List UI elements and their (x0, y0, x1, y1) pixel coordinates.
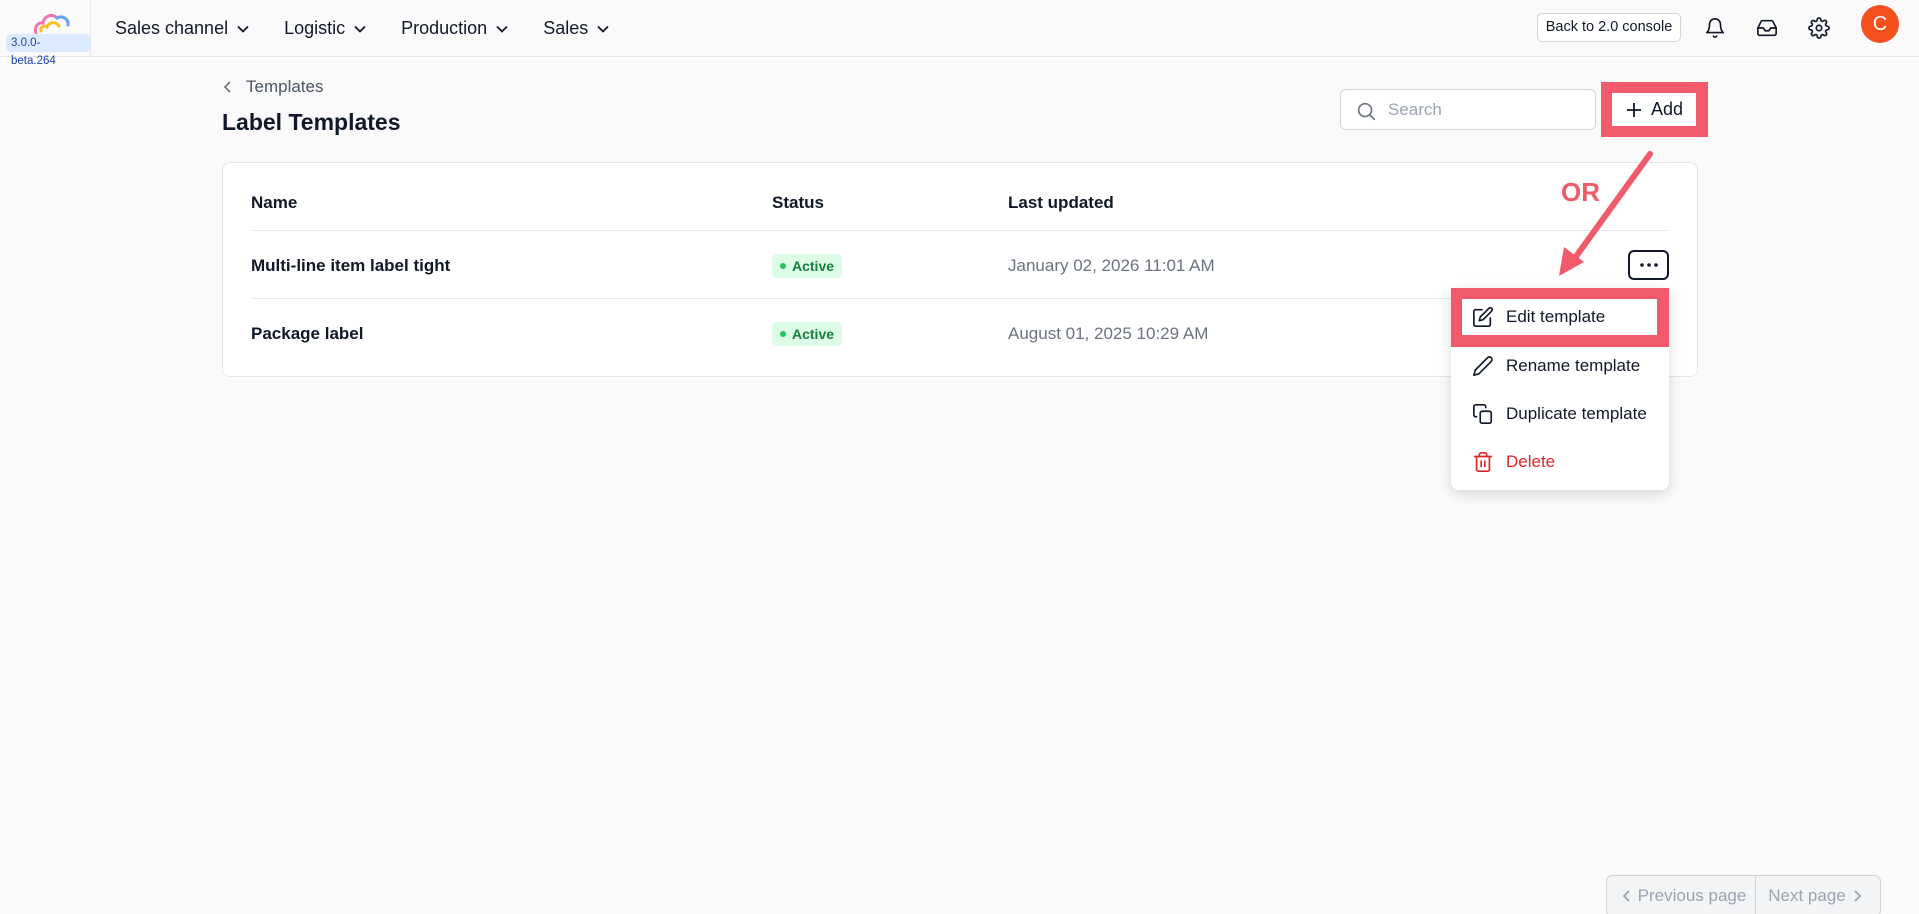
menu-item-label: Edit template (1506, 307, 1606, 326)
next-page-button[interactable]: Next page (1756, 876, 1880, 914)
chevron-left-icon (1622, 890, 1630, 902)
copy-icon (1473, 404, 1493, 424)
edit-icon (1473, 306, 1494, 327)
previous-page-button[interactable]: Previous page (1607, 876, 1756, 914)
chevron-right-icon (1854, 890, 1862, 902)
next-page-label: Next page (1768, 886, 1846, 905)
menu-item-rename-template[interactable]: Rename template (1462, 348, 1657, 384)
trash-icon (1473, 452, 1493, 472)
menu-item-duplicate-template[interactable]: Duplicate template (1462, 396, 1657, 432)
menu-item-label: Delete (1506, 452, 1556, 471)
previous-page-label: Previous page (1637, 886, 1747, 905)
menu-item-edit-template[interactable]: Edit template (1462, 299, 1657, 335)
menu-item-delete[interactable]: Delete (1462, 444, 1657, 480)
pencil-icon (1473, 356, 1493, 376)
menu-item-label: Rename template (1506, 356, 1641, 375)
menu-item-label: Duplicate template (1506, 404, 1647, 423)
pagination: Previous page Next page (1606, 875, 1881, 914)
